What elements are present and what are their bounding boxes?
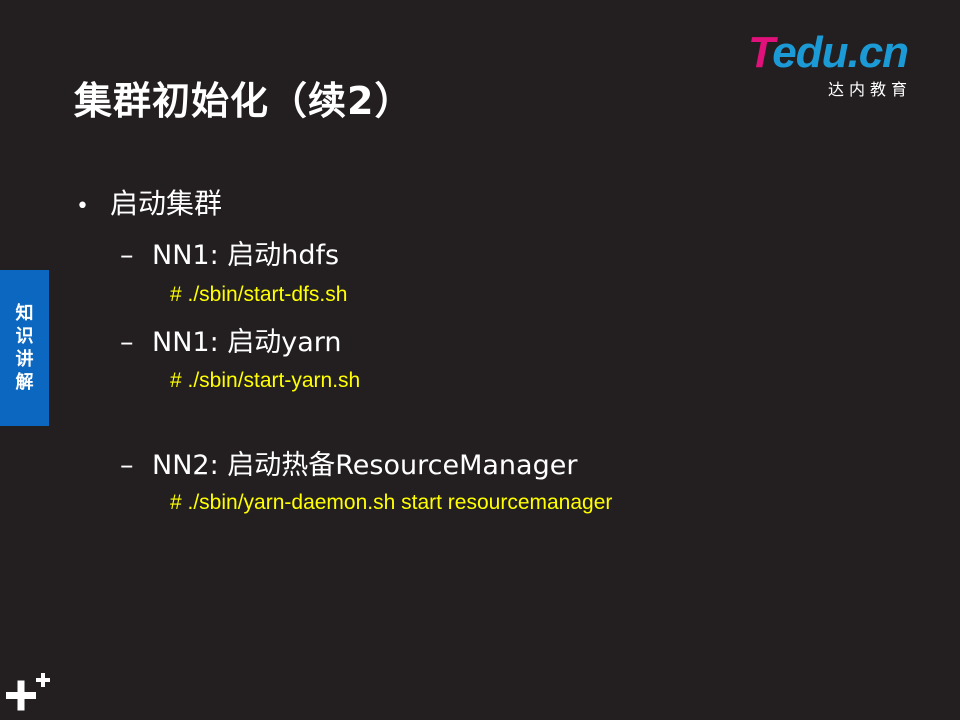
dash-icon: – xyxy=(120,240,134,271)
list-item: – NN2: 启动热备ResourceManager xyxy=(120,443,577,482)
command-line: # ./sbin/start-dfs.sh xyxy=(170,283,348,306)
slide-title: 集群初始化（续2） xyxy=(74,79,414,123)
item-label: NN2: 启动热备ResourceManager xyxy=(152,450,578,481)
logo-letters-rest: edu.cn xyxy=(772,28,909,77)
item-label: NN1: 启动yarn xyxy=(152,327,342,358)
tedu-logo: Tedu.cn 达内教育 xyxy=(748,30,928,100)
plus-plus-icon xyxy=(6,673,50,711)
dash-icon: – xyxy=(120,450,134,481)
logo-wordmark: Tedu.cn xyxy=(748,28,909,77)
side-tab-label: 知识讲解 xyxy=(15,303,34,393)
slide: 集群初始化（续2） Tedu.cn 达内教育 知识讲解 • 启动集群 – NN1: … xyxy=(0,0,960,720)
bullet-text: 启动集群 xyxy=(110,187,223,220)
logo-subtitle: 达内教育 xyxy=(828,80,913,99)
item-label: NN1: 启动hdfs xyxy=(152,240,340,271)
logo-letter-t: T xyxy=(748,28,773,77)
command-line: # ./sbin/start-yarn.sh xyxy=(170,369,361,392)
bullet-start-cluster: • 启动集群 xyxy=(76,182,222,222)
side-tab: 知识讲解 xyxy=(0,270,49,426)
list-item: – NN1: 启动yarn xyxy=(120,320,342,359)
dash-icon: – xyxy=(120,327,134,358)
bullet-dot-icon: • xyxy=(76,194,89,219)
list-item: – NN1: 启动hdfs xyxy=(120,233,339,272)
command-line: # ./sbin/yarn-daemon.sh start resourcema… xyxy=(170,491,613,514)
